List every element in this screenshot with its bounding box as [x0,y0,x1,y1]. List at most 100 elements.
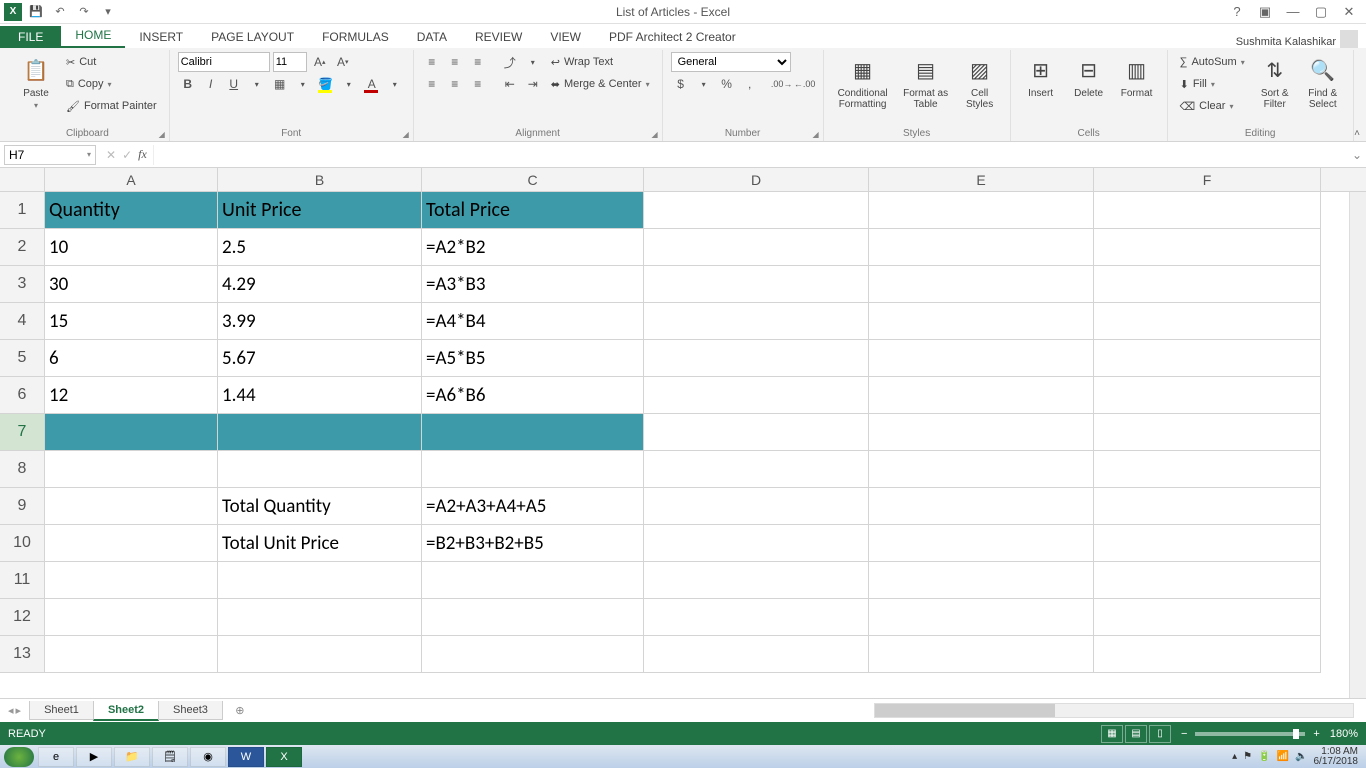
cell[interactable] [218,636,422,673]
cell[interactable] [218,451,422,488]
system-clock[interactable]: 1:08 AM 6/17/2018 [1314,747,1363,767]
cell[interactable]: =A6*B6 [422,377,644,414]
launcher-icon[interactable]: ◢ [651,130,657,139]
cell[interactable] [644,340,869,377]
row-header[interactable]: 11 [0,562,45,599]
normal-view-icon[interactable]: ▦ [1101,725,1123,743]
cell[interactable] [644,229,869,266]
cell[interactable]: Total Price [422,192,644,229]
cell[interactable] [869,562,1094,599]
tray-network-icon[interactable]: 📶 [1277,751,1289,762]
align-left-icon[interactable]: ≡ [422,74,442,94]
row-header[interactable]: 5 [0,340,45,377]
font-color-button[interactable]: A [362,74,382,94]
cell[interactable] [869,525,1094,562]
autosum-button[interactable]: ∑AutoSum ▾ [1176,52,1249,72]
add-sheet-button[interactable]: ⊕ [230,704,250,717]
cell[interactable]: 5.67 [218,340,422,377]
align-right-icon[interactable]: ≡ [468,74,488,94]
cell[interactable]: =A2+A3+A4+A5 [422,488,644,525]
cell[interactable] [869,377,1094,414]
taskbar-excel-icon[interactable]: X [266,747,302,767]
formula-input[interactable] [153,145,1348,165]
format-cells-button[interactable]: ▥Format [1115,52,1159,118]
row-header[interactable]: 10 [0,525,45,562]
vertical-scrollbar[interactable] [1349,192,1366,698]
cell[interactable] [1094,562,1321,599]
cell[interactable] [644,599,869,636]
wrap-text-button[interactable]: ↩Wrap Text [547,52,654,72]
cell[interactable] [869,451,1094,488]
cell[interactable] [869,192,1094,229]
insert-cells-button[interactable]: ⊞Insert [1019,52,1063,118]
bold-button[interactable]: B [178,74,198,94]
accounting-more-icon[interactable]: ▾ [694,74,714,94]
cell[interactable]: =A3*B3 [422,266,644,303]
page-break-view-icon[interactable]: ▯ [1149,725,1171,743]
zoom-slider[interactable] [1195,732,1305,736]
cell[interactable] [869,303,1094,340]
cell[interactable] [1094,414,1321,451]
tab-page-layout[interactable]: PAGE LAYOUT [197,26,308,48]
align-top-icon[interactable]: ≡ [422,52,442,72]
cell[interactable] [644,562,869,599]
cancel-formula-icon[interactable]: ✕ [106,148,116,162]
row-header[interactable]: 1 [0,192,45,229]
cell[interactable] [644,451,869,488]
cut-button[interactable]: ✂Cut [62,52,161,72]
cell[interactable] [45,599,218,636]
qat-customize-icon[interactable]: ▾ [98,2,118,22]
tray-flag-icon[interactable]: ⚑ [1243,751,1252,762]
cell[interactable] [644,192,869,229]
sort-filter-button[interactable]: ⇅Sort & Filter [1253,52,1297,118]
sheet-tab[interactable]: Sheet1 [29,701,94,720]
cell[interactable]: 4.29 [218,266,422,303]
cell[interactable] [1094,599,1321,636]
cell[interactable]: 10 [45,229,218,266]
collapse-ribbon-icon[interactable]: ˄ [1354,128,1360,139]
cell[interactable] [1094,488,1321,525]
cell[interactable] [644,525,869,562]
fill-button[interactable]: ⬇Fill ▾ [1176,74,1249,94]
column-header[interactable]: B [218,168,422,191]
row-header[interactable]: 3 [0,266,45,303]
cell[interactable] [45,414,218,451]
cell[interactable] [422,451,644,488]
user-name[interactable]: Sushmita Kalashikar [1236,36,1340,48]
cell[interactable] [869,414,1094,451]
zoom-out-icon[interactable]: − [1181,728,1187,740]
cell[interactable]: 6 [45,340,218,377]
cell[interactable] [869,229,1094,266]
cell[interactable] [218,599,422,636]
orientation-icon[interactable]: ⤴ [500,52,520,72]
cell[interactable]: =A5*B5 [422,340,644,377]
cell[interactable]: 30 [45,266,218,303]
sheet-nav-prev-icon[interactable]: ◂ [8,704,14,717]
cell-styles-button[interactable]: ▨Cell Styles [958,52,1002,118]
enter-formula-icon[interactable]: ✓ [122,148,132,162]
maximize-icon[interactable]: ▢ [1312,4,1330,20]
column-header[interactable]: D [644,168,869,191]
cell[interactable]: 12 [45,377,218,414]
row-header[interactable]: 12 [0,599,45,636]
row-header[interactable]: 13 [0,636,45,673]
taskbar-word-icon[interactable]: W [228,747,264,767]
sheet-tab[interactable]: Sheet2 [93,701,159,721]
cell[interactable]: =B2+B3+B2+B5 [422,525,644,562]
cell[interactable] [422,599,644,636]
cell[interactable] [45,451,218,488]
cell[interactable]: =A2*B2 [422,229,644,266]
cell[interactable] [422,414,644,451]
tray-battery-icon[interactable]: 🔋 [1258,751,1270,762]
cell[interactable] [45,636,218,673]
cell[interactable] [1094,303,1321,340]
save-icon[interactable]: 💾 [26,2,46,22]
accounting-icon[interactable]: $ [671,74,691,94]
cell[interactable]: 1.44 [218,377,422,414]
zoom-level[interactable]: 180% [1330,728,1358,740]
cell[interactable]: Unit Price [218,192,422,229]
tray-arrow-icon[interactable]: ▴ [1232,751,1237,762]
cell[interactable]: =A4*B4 [422,303,644,340]
select-all-corner[interactable] [0,168,45,191]
align-middle-icon[interactable]: ≡ [445,52,465,72]
